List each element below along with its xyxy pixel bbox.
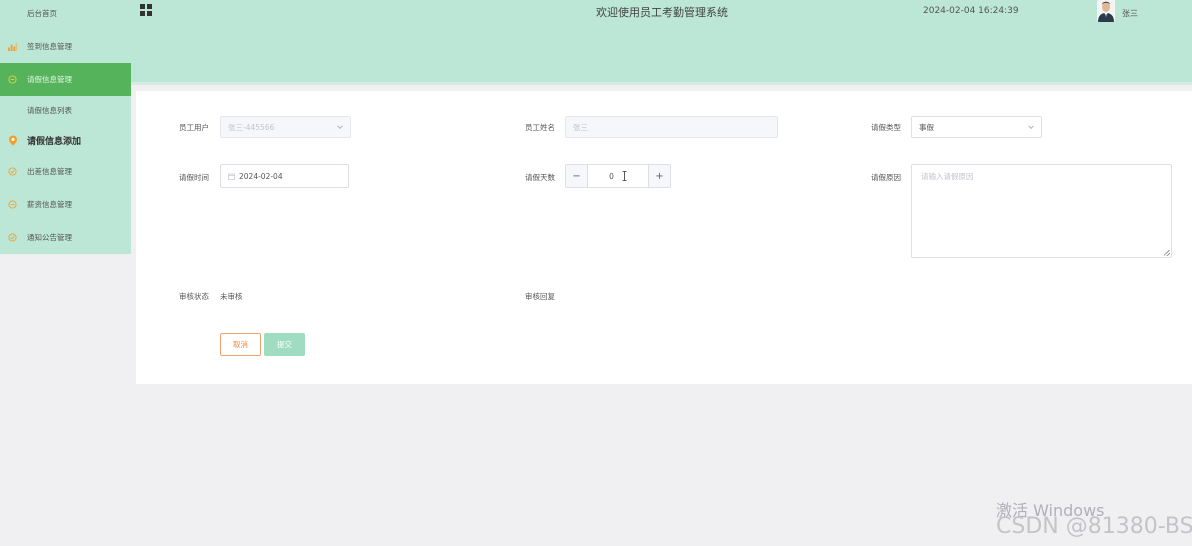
sidebar-item-label: 通知公告管理	[27, 233, 72, 242]
current-datetime: 2024-02-04 16:24:39	[923, 6, 1019, 16]
sidebar-item-label: 请假信息列表	[27, 105, 72, 115]
leave-type-label: 请假类型	[871, 123, 901, 132]
leave-time-value: 2024-02-04	[239, 171, 283, 181]
review-status-value: 未审核	[220, 292, 243, 301]
page-title: 欢迎使用员工考勤管理系统	[596, 6, 728, 19]
location-pin-icon	[8, 135, 17, 146]
grid-menu-icon[interactable]	[140, 4, 152, 16]
check-circle-icon	[8, 167, 17, 176]
sidebar-item-label: 签到信息管理	[27, 42, 72, 51]
avatar[interactable]	[1097, 0, 1115, 22]
review-reply-label: 审核回复	[525, 292, 555, 301]
sidebar-item-label: 薪资信息管理	[27, 200, 72, 209]
chat-icon	[8, 200, 17, 209]
review-status-label: 审核状态	[179, 292, 209, 301]
leave-reason-label: 请假原因	[871, 173, 901, 182]
leave-days-stepper[interactable]: − 0 +	[565, 164, 671, 188]
resize-handle-icon[interactable]	[1164, 250, 1170, 256]
csdn-watermark: CSDN @81380-BS	[996, 514, 1192, 539]
sidebar-item-notice[interactable]: 通知公告管理	[0, 221, 131, 254]
username[interactable]: 张三	[1122, 8, 1138, 19]
leave-days-label: 请假天数	[525, 173, 555, 182]
leave-reason-placeholder: 请输入请假原因	[921, 172, 974, 181]
chevron-down-icon	[337, 123, 343, 130]
employee-user-select[interactable]: 张三-445566	[220, 116, 351, 138]
sidebar-item-label: 请假信息添加	[27, 137, 82, 147]
employee-name-value: 张三	[573, 122, 588, 132]
sidebar: 后台首页 签到信息管理 请假信息管理 请假信息列表 请假信息添加 出差信息管理 …	[0, 0, 131, 546]
check-circle-icon	[8, 233, 17, 242]
employee-name-field[interactable]: 张三	[565, 116, 778, 138]
sidebar-item-checkin[interactable]: 签到信息管理	[0, 30, 131, 63]
leave-reason-textarea[interactable]: 请输入请假原因	[911, 164, 1172, 258]
employee-user-value: 张三-445566	[228, 122, 275, 132]
leave-add-form: 员工用户 张三-445566 员工姓名 张三 请假类型 事假 请假时间 2024…	[136, 91, 1192, 384]
sidebar-item-salary[interactable]: 薪资信息管理	[0, 188, 131, 221]
sidebar-item-trip[interactable]: 出差信息管理	[0, 155, 131, 188]
text-cursor-icon	[622, 171, 627, 181]
employee-name-label: 员工姓名	[525, 123, 555, 132]
calendar-icon	[228, 173, 235, 180]
sidebar-menu: 后台首页 签到信息管理 请假信息管理 请假信息列表 请假信息添加 出差信息管理 …	[0, 0, 131, 254]
leave-time-label: 请假时间	[179, 173, 209, 182]
leave-days-input[interactable]: 0	[588, 165, 648, 187]
cancel-button[interactable]: 取消	[220, 333, 261, 356]
sidebar-item-leave-add[interactable]: 请假信息添加	[0, 124, 131, 157]
bar-chart-icon	[8, 42, 17, 51]
sidebar-item-label: 请假信息管理	[27, 75, 72, 84]
sidebar-item-label: 后台首页	[27, 9, 57, 18]
top-header: 欢迎使用员工考勤管理系统 2024-02-04 16:24:39 张三	[131, 0, 1192, 85]
leave-type-value: 事假	[919, 122, 934, 132]
chat-icon	[8, 75, 17, 84]
sidebar-item-leave-list[interactable]: 请假信息列表	[0, 96, 131, 124]
decrement-button[interactable]: −	[566, 165, 588, 187]
employee-user-label: 员工用户	[179, 123, 209, 132]
leave-type-select[interactable]: 事假	[911, 116, 1042, 138]
leave-days-value: 0	[609, 171, 614, 181]
sidebar-item-dashboard[interactable]: 后台首页	[0, 0, 131, 27]
sidebar-item-label: 出差信息管理	[27, 167, 72, 176]
sidebar-item-leave[interactable]: 请假信息管理	[0, 63, 131, 96]
submit-button[interactable]: 提交	[264, 333, 305, 356]
increment-button[interactable]: +	[648, 165, 670, 187]
leave-time-picker[interactable]: 2024-02-04	[220, 164, 349, 188]
chevron-down-icon	[1028, 123, 1034, 130]
